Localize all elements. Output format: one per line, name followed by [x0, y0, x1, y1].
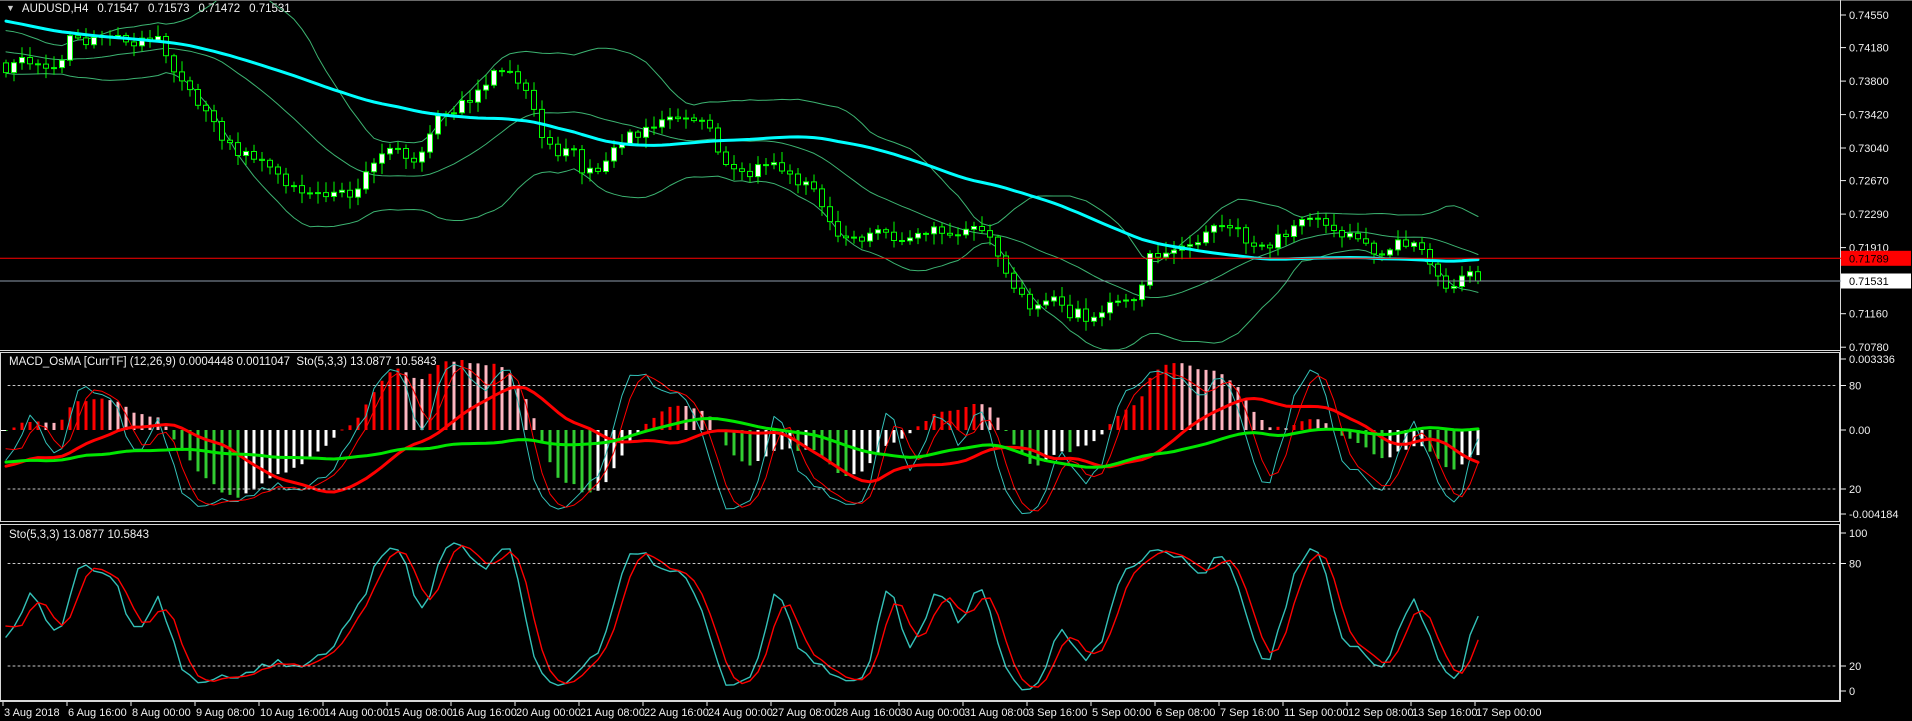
price-axis-drag-area[interactable] [1841, 0, 1912, 702]
stochastic-plot-area[interactable] [0, 525, 1840, 701]
time-axis-drag-area[interactable] [0, 702, 1912, 721]
symbol-ohlc-readout: ▼ AUDUSD,H4 0.71547 0.71573 0.71472 0.71531 [6, 3, 291, 15]
macd-indicator-label: MACD_OsMA [CurrTF] (12,26,9) 0.0004448 0… [9, 356, 437, 368]
symbol-timeframe-label: AUDUSD,H4 [21, 3, 89, 15]
high-value: 0.71573 [147, 3, 190, 15]
open-value: 0.71547 [97, 3, 139, 15]
stochastic-indicator-label: Sto(5,3,3) 13.0877 10.5843 [9, 529, 150, 541]
close-value: 0.71531 [249, 3, 291, 15]
macd-plot-area[interactable] [0, 352, 1840, 522]
trading-chart-window: ▼ AUDUSD,H4 0.71547 0.71573 0.71472 0.71531 M… [0, 0, 1912, 721]
price-plot-area[interactable] [0, 0, 1840, 350]
low-value: 0.71472 [198, 3, 241, 15]
chevron-down-icon[interactable]: ▼ [6, 3, 15, 13]
